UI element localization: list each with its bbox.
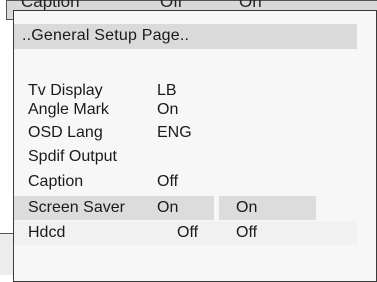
page-title: ..General Setup Page.. xyxy=(22,27,190,44)
setting-label: Spdif Output xyxy=(28,148,117,165)
setting-row-hdcd[interactable]: Hdcd Off Off xyxy=(14,221,357,245)
background-panel-lower xyxy=(0,233,14,275)
submenu-option-highlight xyxy=(219,196,316,220)
submenu-option[interactable]: Off xyxy=(236,221,257,245)
page-title-bar: ..General Setup Page.. xyxy=(14,24,357,49)
setting-label: Caption xyxy=(28,173,84,190)
setting-row-spdif-output[interactable]: Spdif Output xyxy=(14,145,357,169)
setting-label: Screen Saver xyxy=(28,199,125,216)
setting-row-screen-saver[interactable]: Screen Saver On On xyxy=(14,196,357,220)
setting-row-angle-mark[interactable]: Angle Mark On xyxy=(14,98,357,122)
setting-value: Off xyxy=(177,224,199,241)
setting-value: ENG xyxy=(157,124,192,141)
setting-value: On xyxy=(157,199,179,216)
submenu-option[interactable]: On xyxy=(236,196,257,220)
setting-value: On xyxy=(157,101,179,118)
setting-label: Hdcd xyxy=(28,224,66,241)
setting-row-osd-lang[interactable]: OSD Lang ENG xyxy=(14,121,357,145)
setting-label: OSD Lang xyxy=(28,124,103,141)
setting-value: Off xyxy=(157,173,179,190)
setting-label: Angle Mark xyxy=(28,101,109,118)
setting-row-caption[interactable]: Caption Off xyxy=(14,170,357,194)
